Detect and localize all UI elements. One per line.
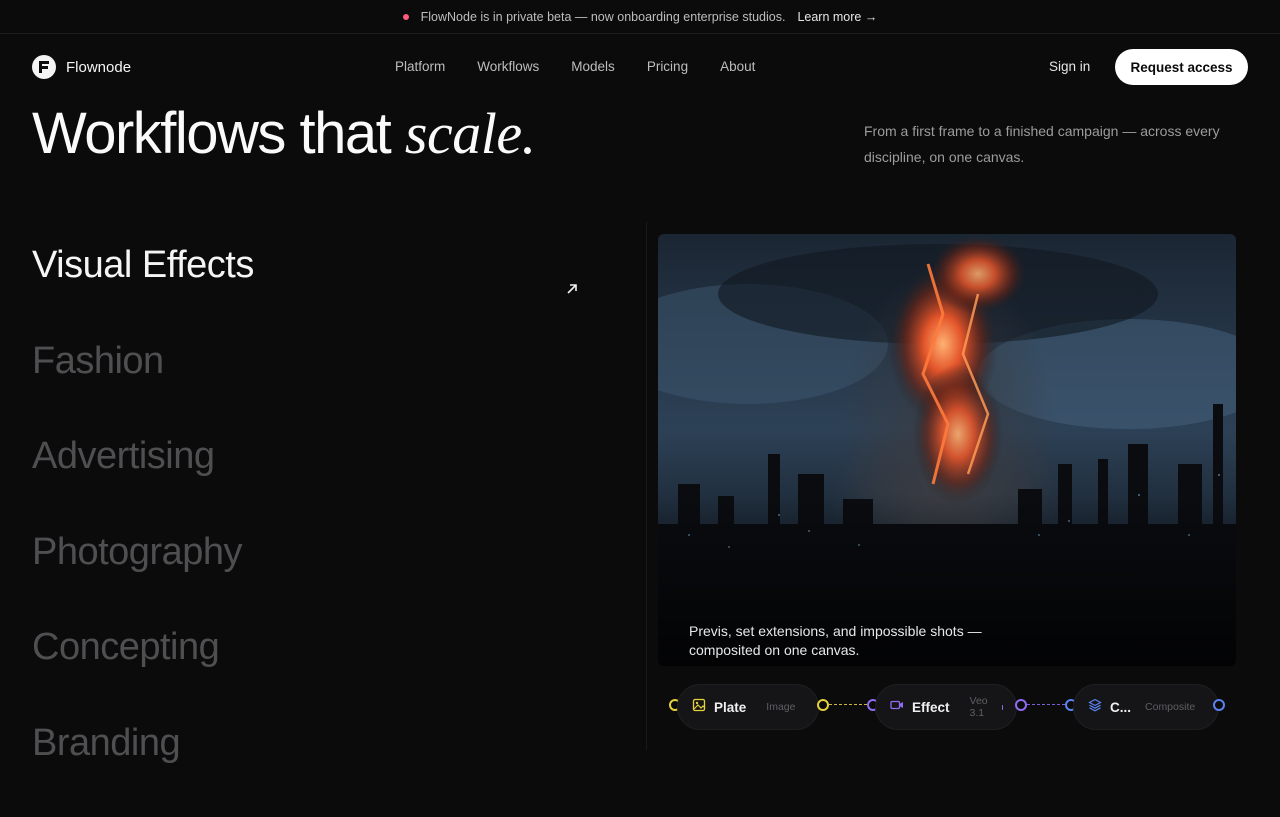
top-navigation: Flownode Platform Workflows Models Prici… (0, 35, 1280, 99)
pipeline-connector (1027, 704, 1065, 705)
arrow-up-right-icon (566, 262, 578, 305)
category-label: Fashion (32, 340, 164, 383)
nav-link-about[interactable]: About (720, 59, 755, 74)
learn-more-link[interactable]: Learn more → (797, 10, 877, 24)
beta-status-dot (403, 14, 409, 20)
category-label: Visual Effects (32, 244, 254, 287)
showcase-caption: Previs, set extensions, and impossible s… (689, 622, 1009, 660)
flownode-logo-icon (32, 55, 56, 79)
category-label: Advertising (32, 435, 214, 478)
node-output-port[interactable] (1213, 699, 1225, 711)
pipeline-node-plate[interactable]: Plate Image (677, 684, 819, 730)
category-advertising[interactable]: Advertising (32, 435, 582, 531)
nav-link-pricing[interactable]: Pricing (647, 59, 688, 74)
pipeline-node-effect[interactable]: Effect Veo 3.1 (875, 684, 1017, 730)
category-visual-effects[interactable]: Visual Effects (32, 244, 582, 340)
node-output-port[interactable] (1015, 699, 1027, 711)
category-branding[interactable]: Branding (32, 722, 582, 817)
node-type: Composite (1145, 701, 1195, 713)
node-type: Veo 3.1 (970, 695, 988, 719)
video-icon (890, 698, 904, 717)
image-icon (692, 698, 706, 717)
category-label: Concepting (32, 626, 219, 669)
nav-link-models[interactable]: Models (571, 59, 615, 74)
pipeline-connector (829, 704, 867, 705)
node-output-port[interactable] (817, 699, 829, 711)
banner-text: FlowNode is in private beta — now onboar… (421, 10, 786, 24)
layers-icon (1088, 698, 1102, 717)
headline-emphasis: scale. (405, 101, 536, 166)
category-label: Branding (32, 722, 180, 765)
request-access-button[interactable]: Request access (1115, 49, 1248, 85)
nav-link-workflows[interactable]: Workflows (477, 59, 539, 74)
nav-link-platform[interactable]: Platform (395, 59, 445, 74)
category-photography[interactable]: Photography (32, 531, 582, 627)
workflow-pipeline: Plate Image Effect Veo 3.1 C... Composit… (647, 682, 1243, 732)
sign-in-link[interactable]: Sign in (1049, 59, 1090, 74)
category-list: Visual Effects Fashion Advertising Photo… (32, 244, 582, 817)
node-label: Effect (912, 700, 950, 715)
node-label: C... (1110, 700, 1131, 715)
hero-subtext: From a first frame to a finished campaig… (864, 118, 1244, 170)
nav-links: Platform Workflows Models Pricing About (395, 59, 755, 74)
category-concepting[interactable]: Concepting (32, 626, 582, 722)
pipeline-node-composite[interactable]: C... Composite (1073, 684, 1219, 730)
headline-main: Workflows that (32, 101, 405, 166)
vfx-showcase-image: Previs, set extensions, and impossible s… (658, 234, 1236, 666)
announcement-banner: FlowNode is in private beta — now onboar… (0, 0, 1280, 34)
page-headline: Workflows that scale. (32, 100, 536, 167)
brand-logo[interactable]: Flownode (32, 55, 131, 79)
node-label: Plate (714, 700, 746, 715)
brand-name: Flownode (66, 59, 131, 76)
category-fashion[interactable]: Fashion (32, 340, 582, 436)
node-type: Image (766, 701, 795, 713)
category-label: Photography (32, 531, 242, 574)
showcase-panel: Previs, set extensions, and impossible s… (646, 222, 1242, 750)
